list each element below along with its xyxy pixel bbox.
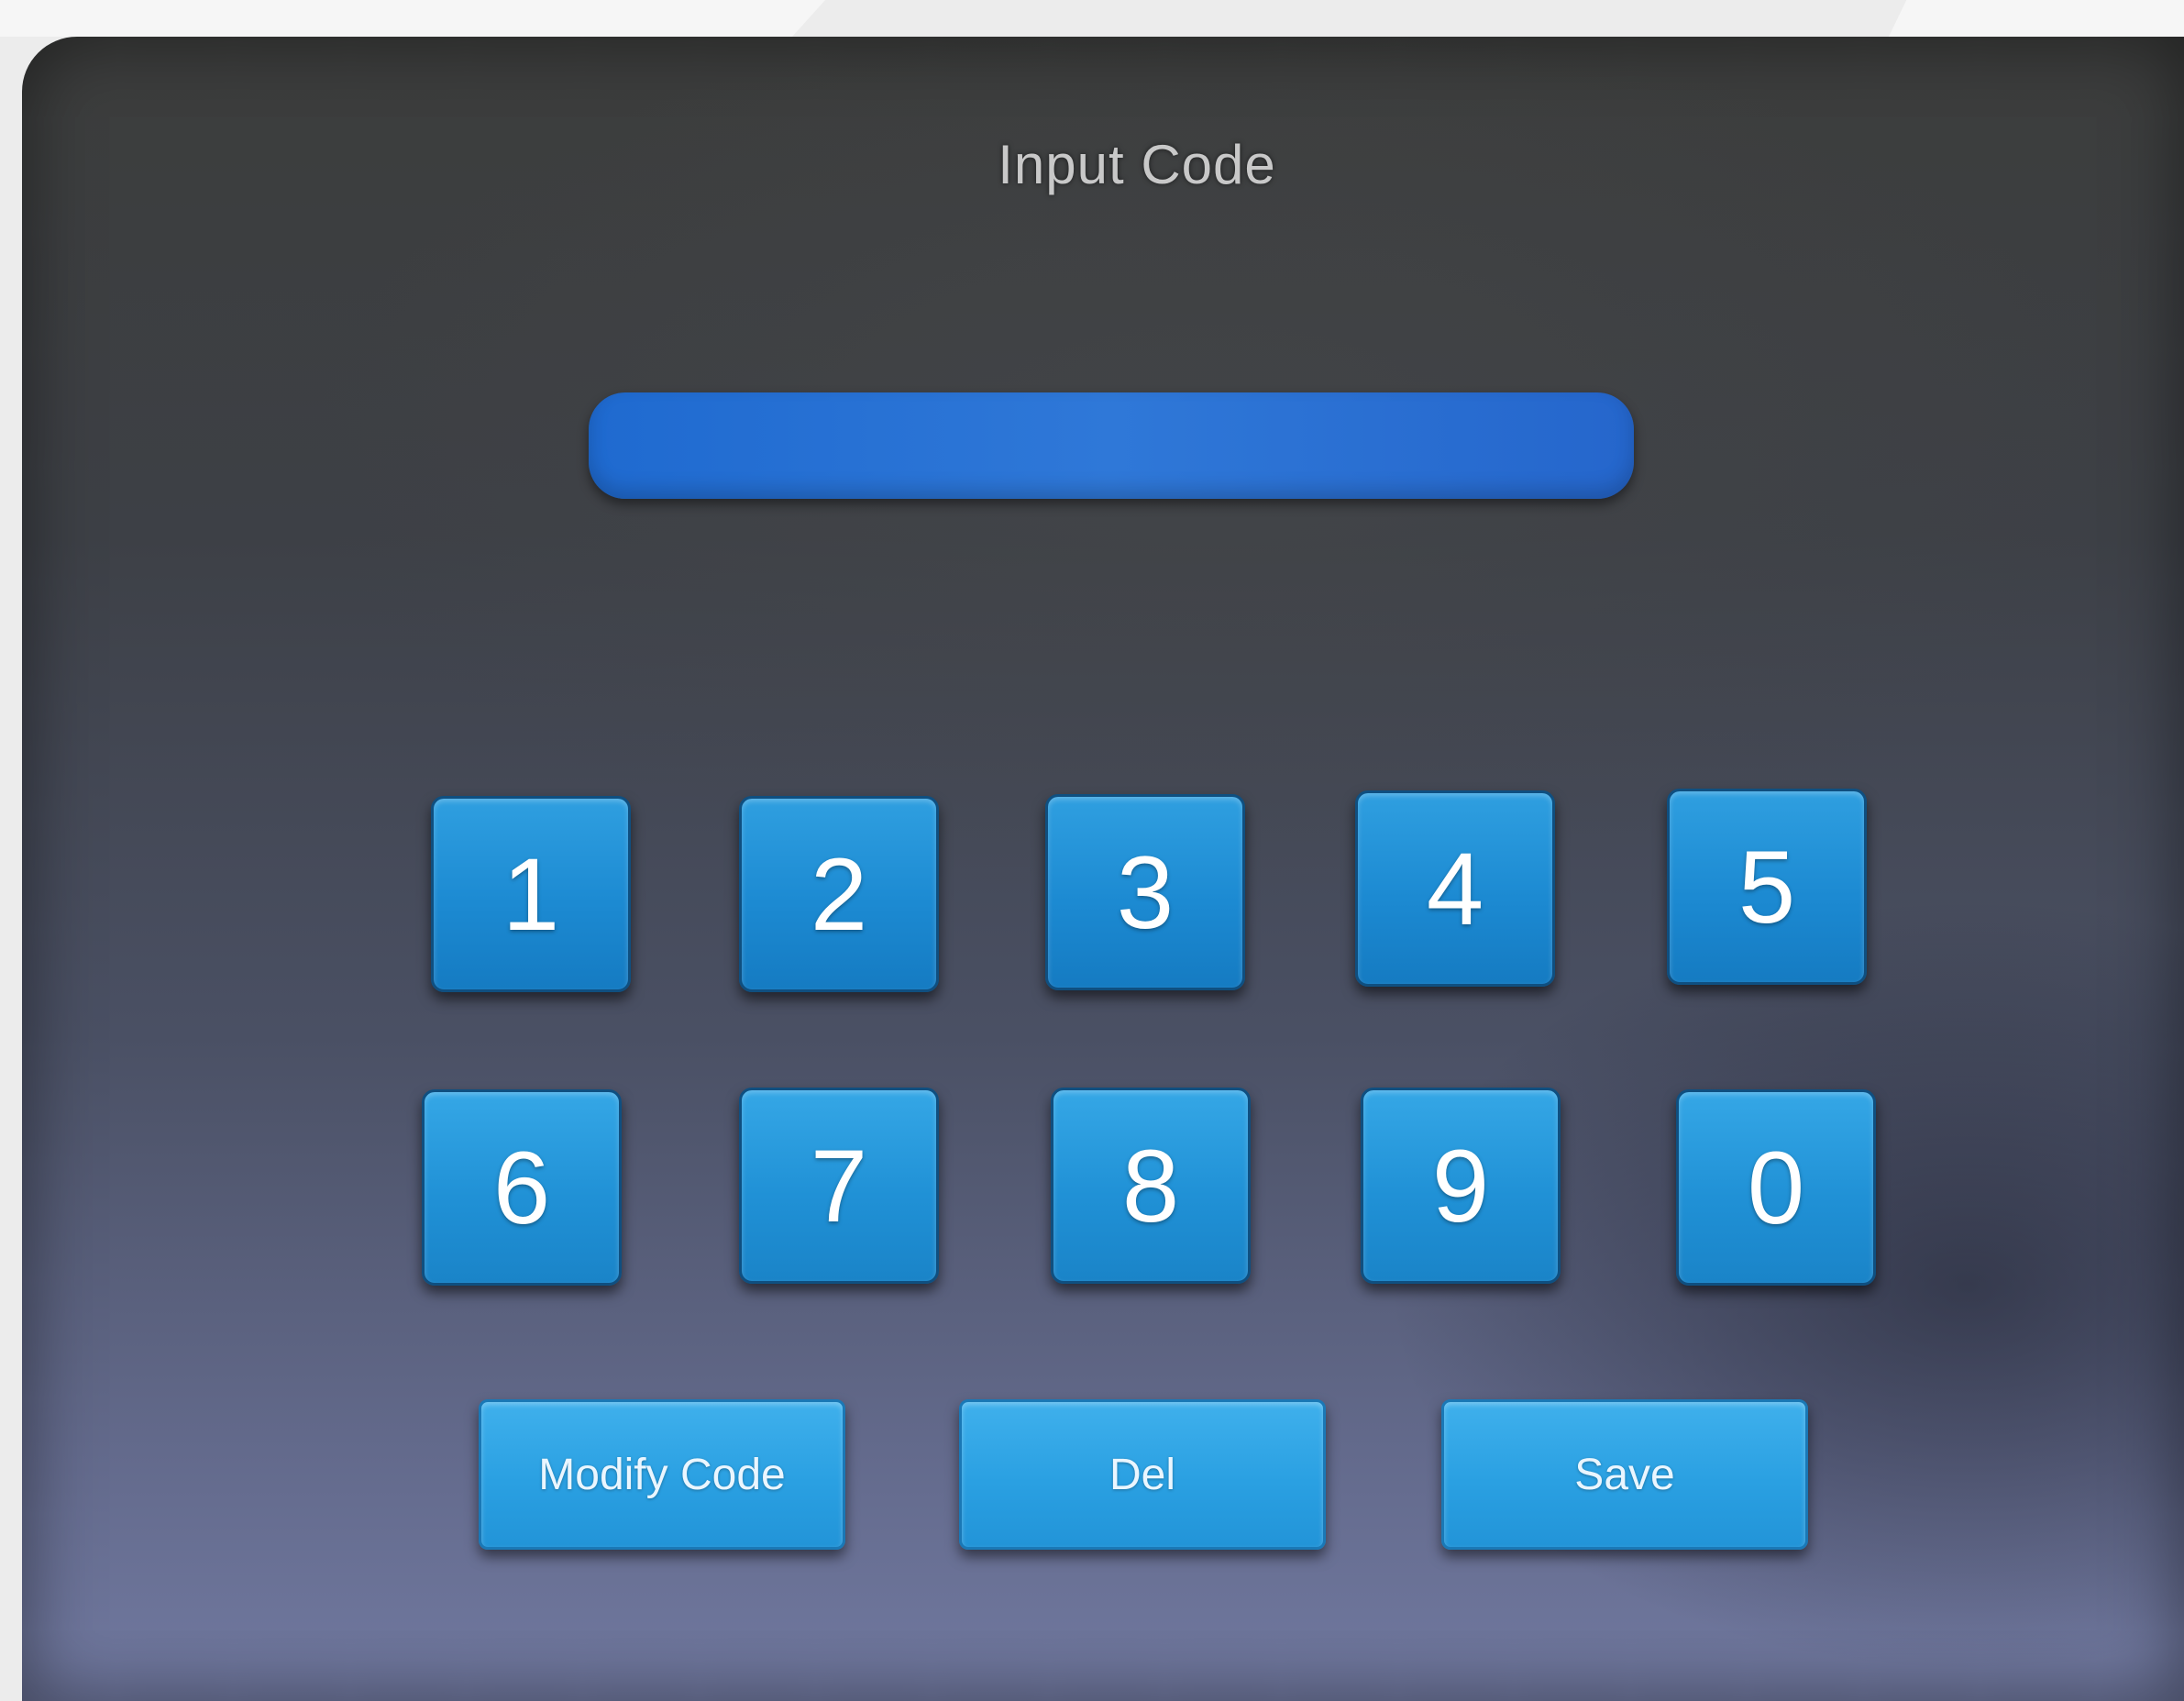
key-1[interactable]: 1	[431, 796, 631, 992]
key-4[interactable]: 4	[1355, 790, 1555, 987]
key-3[interactable]: 3	[1045, 794, 1245, 990]
key-7[interactable]: 7	[739, 1088, 939, 1284]
code-input[interactable]	[589, 392, 1634, 499]
del-button[interactable]: Del	[959, 1399, 1326, 1550]
modify-code-button[interactable]: Modify Code	[479, 1399, 845, 1550]
backdrop-shape	[0, 0, 825, 37]
key-8[interactable]: 8	[1051, 1088, 1251, 1284]
key-9[interactable]: 9	[1361, 1088, 1561, 1284]
page-title: Input Code	[998, 134, 1276, 195]
key-2[interactable]: 2	[739, 796, 939, 992]
save-button[interactable]: Save	[1441, 1399, 1808, 1550]
key-5[interactable]: 5	[1667, 789, 1867, 985]
key-6[interactable]: 6	[422, 1089, 622, 1286]
key-0[interactable]: 0	[1676, 1089, 1876, 1286]
page: Input Code 1 2 3 4 5 6 7 8 9 0 Modify Co…	[0, 0, 2184, 1701]
backdrop-shape	[1889, 0, 2184, 37]
